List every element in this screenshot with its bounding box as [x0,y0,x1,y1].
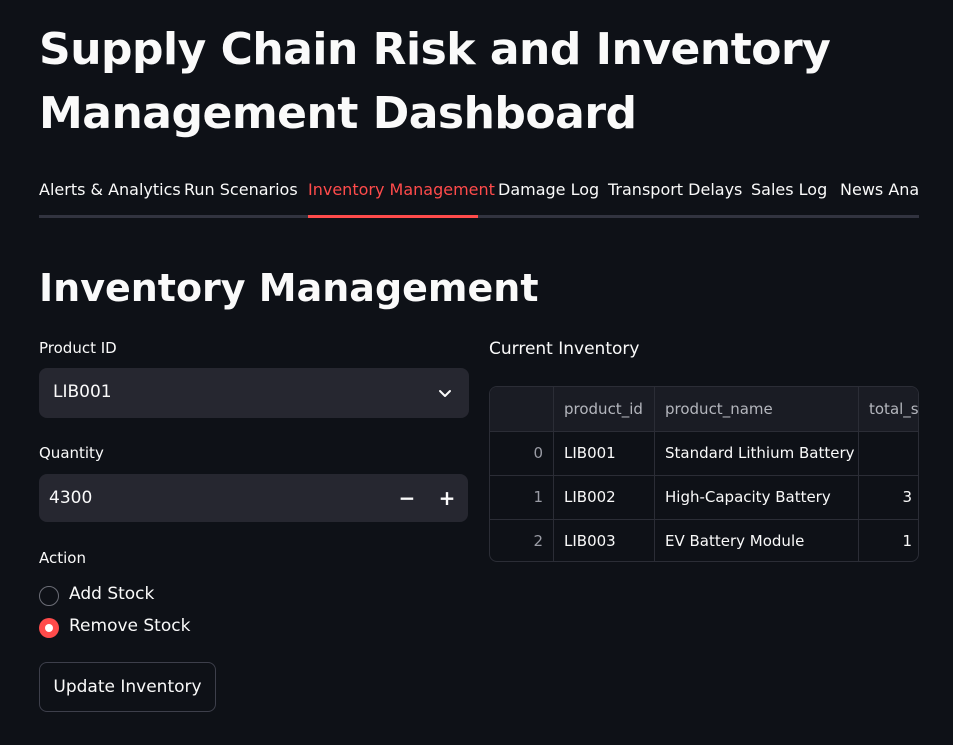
cell-product-id: LIB003 [554,520,655,561]
table-row[interactable]: 1 LIB002 High-Capacity Battery 3 [490,476,918,520]
action-label: Action [39,549,86,567]
cell-product-name: High-Capacity Battery [655,476,859,519]
tab-sales-log[interactable]: Sales Log [751,180,827,199]
header-product-name[interactable]: product_name [655,387,859,431]
row-index: 1 [490,476,554,519]
radio-label: Remove Stock [69,616,191,636]
table-row[interactable]: 2 LIB003 EV Battery Module 1 [490,520,918,561]
tab-bar: Alerts & Analytics Run Scenarios Invento… [39,168,919,218]
quantity-stepper: − + [39,474,468,522]
section-title: Inventory Management [39,266,539,310]
quantity-input[interactable] [39,474,379,522]
app-page: Supply Chain Risk and Inventory Manageme… [0,0,953,745]
tab-transport-delays[interactable]: Transport Delays [608,180,742,199]
decrement-button[interactable]: − [387,474,427,522]
active-tab-indicator [308,215,478,218]
quantity-label: Quantity [39,444,104,462]
header-index [490,387,554,431]
inventory-table[interactable]: product_id product_name total_s 0 LIB001… [489,386,919,562]
radio-selected-icon [39,618,59,638]
tab-inventory-management[interactable]: Inventory Management [308,180,495,199]
cell-total: 3 [902,488,912,506]
product-id-value: LIB001 [53,382,112,402]
tab-run-scenarios[interactable]: Run Scenarios [184,180,298,199]
product-id-select[interactable]: LIB001 [39,368,469,418]
cell-total [859,432,918,475]
cell-product-id: LIB001 [554,432,655,475]
increment-button[interactable]: + [427,474,467,522]
tab-alerts-analytics[interactable]: Alerts & Analytics [39,180,181,199]
table-header: product_id product_name total_s [490,387,918,432]
tab-damage-log[interactable]: Damage Log [498,180,599,199]
cell-product-name: Standard Lithium Battery [655,432,859,475]
page-title: Supply Chain Risk and Inventory Manageme… [39,24,831,139]
chevron-down-icon [439,390,451,397]
product-id-label: Product ID [39,339,117,357]
tab-news-analysis[interactable]: News Analy [840,180,919,199]
update-inventory-button[interactable]: Update Inventory [39,662,216,712]
inventory-table-title: Current Inventory [489,339,640,359]
header-product-id[interactable]: product_id [554,387,655,431]
row-index: 2 [490,520,554,561]
header-total[interactable]: total_s [859,387,918,431]
cell-total: 1 [902,532,912,550]
tab-track [39,215,919,218]
table-row[interactable]: 0 LIB001 Standard Lithium Battery [490,432,918,476]
radio-unselected-icon [39,586,59,606]
radio-label: Add Stock [69,584,155,604]
cell-product-id: LIB002 [554,476,655,519]
cell-product-name: EV Battery Module [655,520,859,561]
row-index: 0 [490,432,554,475]
